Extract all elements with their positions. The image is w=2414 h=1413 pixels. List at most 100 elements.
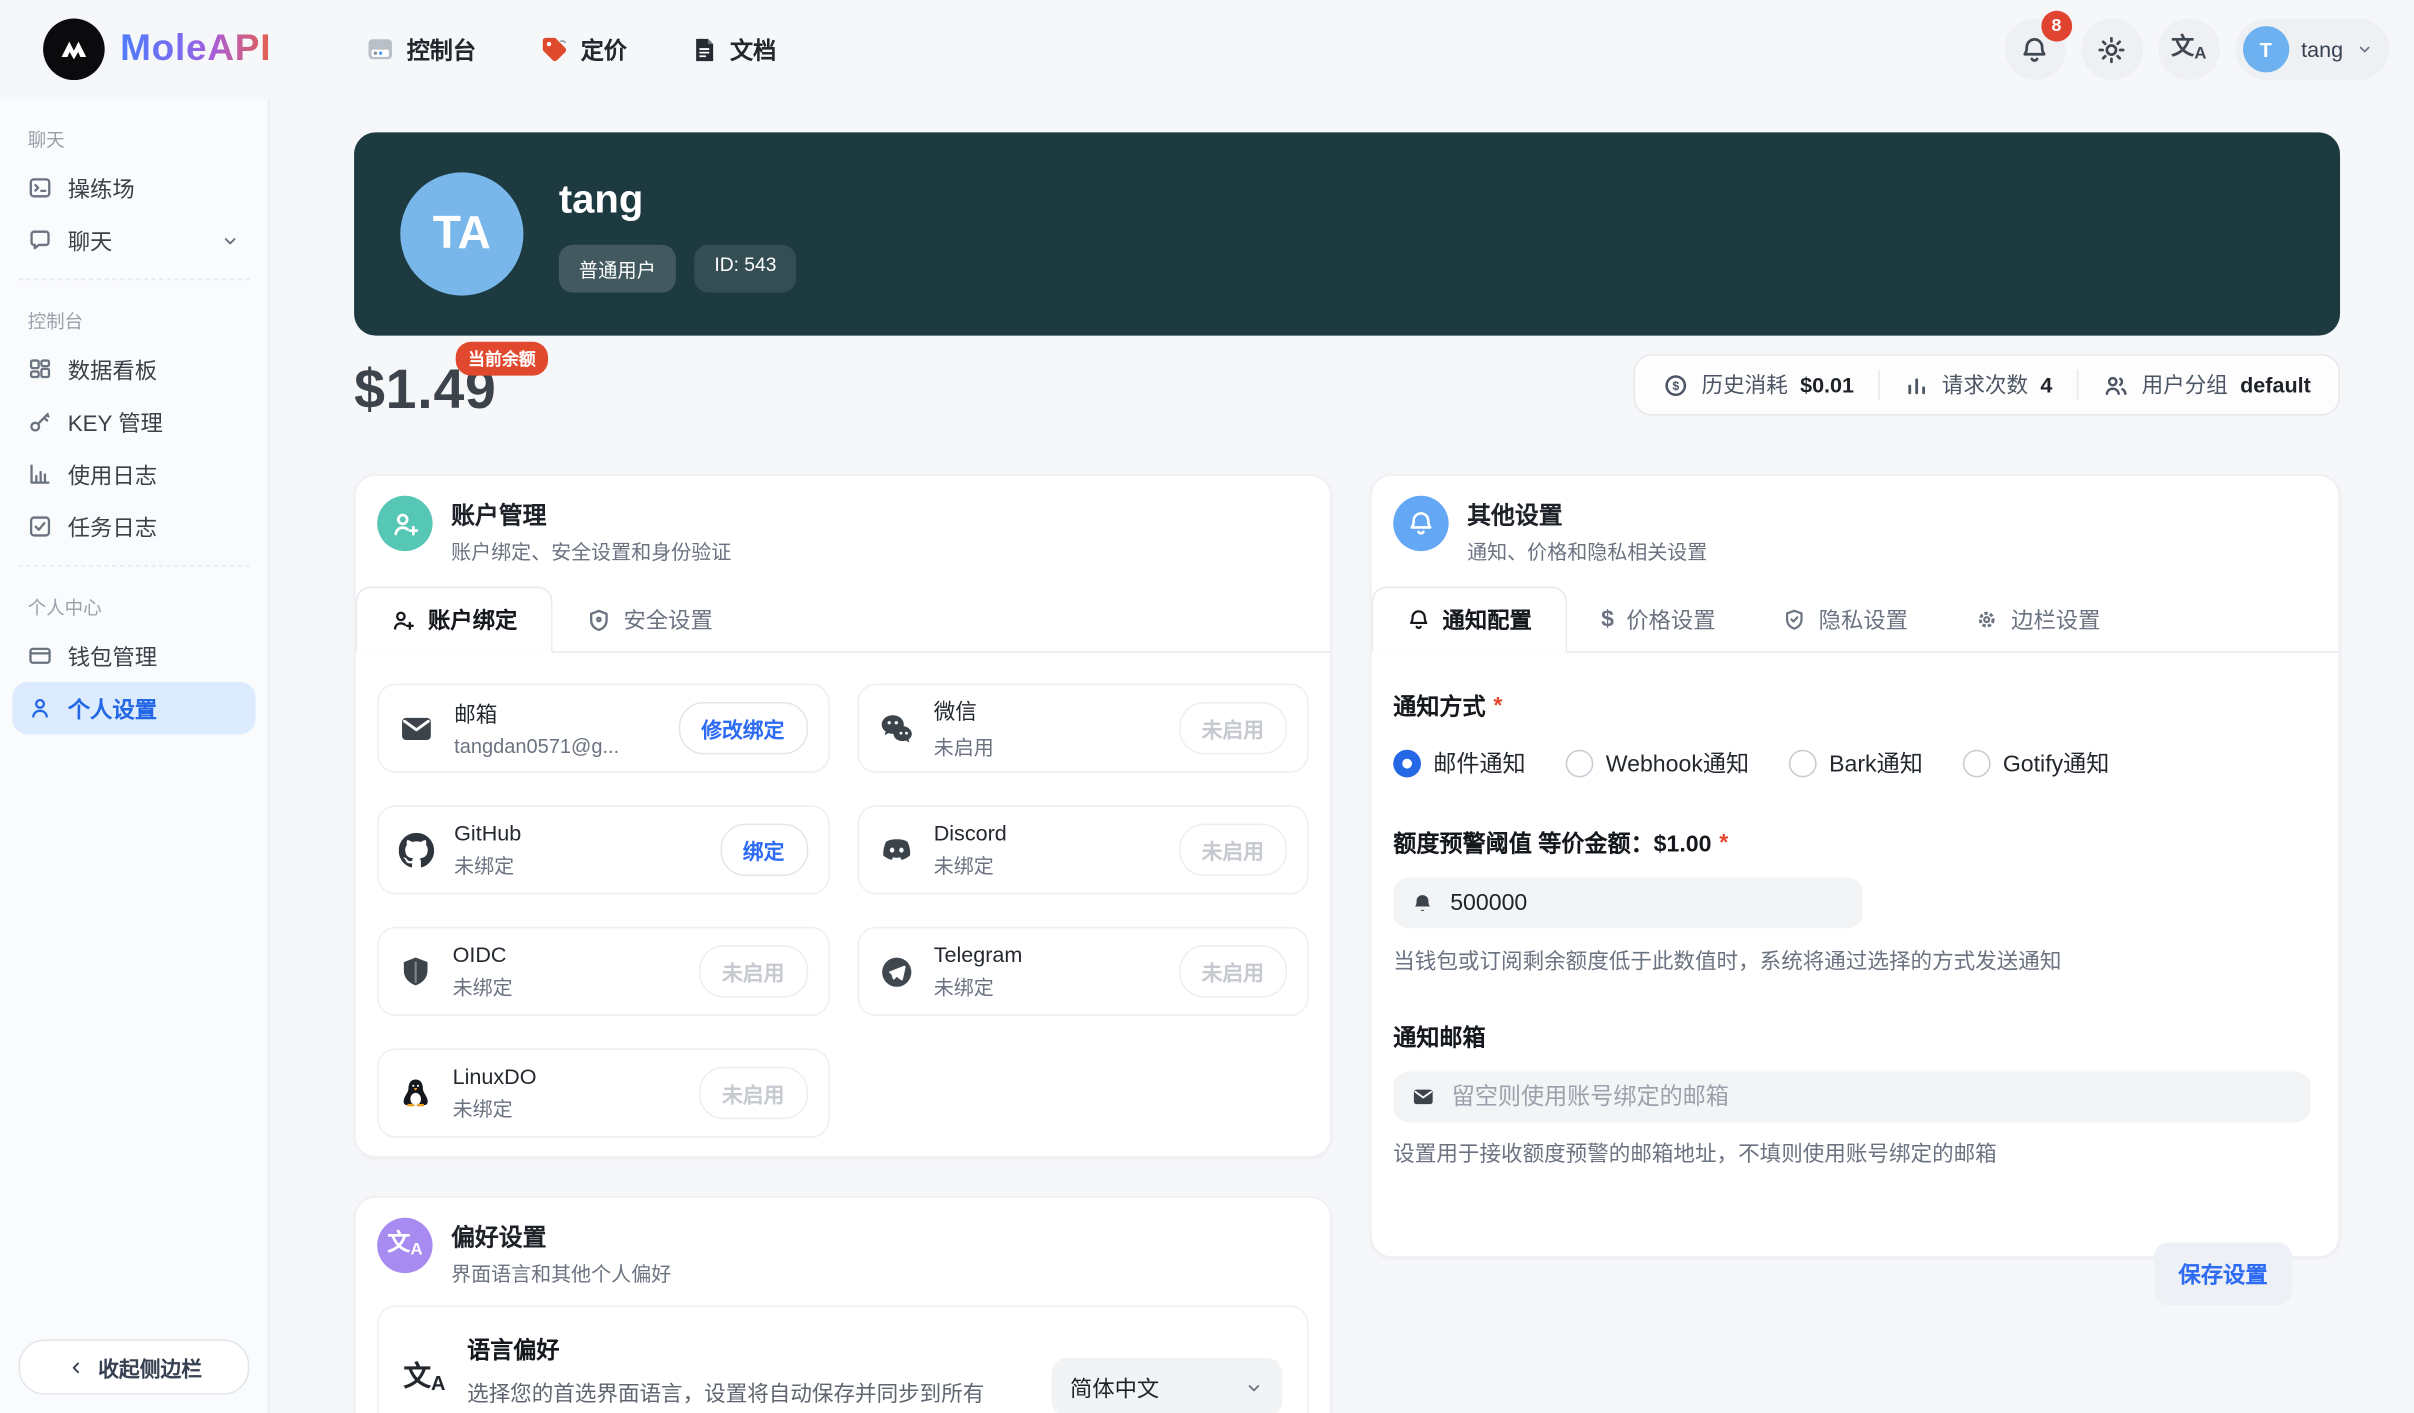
language-select[interactable]: 简体中文	[1051, 1357, 1283, 1413]
oidc-disabled-badge: 未启用	[698, 945, 808, 998]
notifications-button[interactable]: 8	[2004, 10, 2072, 81]
user-menu[interactable]: T tang	[2234, 18, 2390, 81]
bell-icon	[1410, 512, 1432, 535]
binding-item-github: GitHub 未绑定 绑定	[377, 805, 830, 895]
tab-label: 隐私设置	[1818, 609, 1908, 635]
sidebar-item-wallet[interactable]: 钱包管理	[12, 630, 255, 682]
stat-value: $0.01	[1800, 372, 1855, 398]
nav-docs[interactable]: 文档	[692, 33, 776, 65]
tab-security-settings[interactable]: 安全设置	[553, 588, 747, 651]
tab-sidebar-settings[interactable]: 边栏设置	[1942, 588, 2134, 651]
sidebar-item-task-logs[interactable]: 任务日志	[12, 500, 255, 552]
chat-bubble-icon	[30, 230, 50, 250]
balance-block: $1.49 当前余额	[354, 341, 549, 422]
tab-price-settings[interactable]: $ 价格设置	[1567, 588, 1749, 651]
save-row: 保存设置	[1393, 1242, 2311, 1306]
stat-divider	[2076, 369, 2079, 401]
sidebar-divider	[18, 278, 250, 281]
radio-label: Webhook通知	[1605, 751, 1750, 778]
save-settings-button[interactable]: 保存设置	[2153, 1242, 2293, 1306]
profile-banner-inner: TA tang 普通用户 ID: 543	[354, 132, 2340, 335]
modify-email-binding-button[interactable]: 修改绑定	[678, 702, 808, 755]
notify-email-field[interactable]	[1393, 1071, 2311, 1123]
profile-badges: 普通用户 ID: 543	[558, 244, 797, 293]
radio-webhook-notify[interactable]: Webhook通知	[1565, 747, 1750, 779]
telegram-disabled-badge: 未启用	[1178, 945, 1288, 998]
other-card-titles: 其他设置 通知、价格和隐私相关设置	[1467, 496, 1707, 565]
preference-card: 文A 偏好设置 界面语言和其他个人偏好 文A 语言偏好 选择您的首选界面语言，设…	[354, 1196, 1332, 1413]
right-column: 其他设置 通知、价格和隐私相关设置 通知配置 $ 价格设置 隐私设置 边栏设置 …	[1370, 474, 2341, 1306]
mole-logo-icon	[61, 41, 87, 60]
account-card-titles: 账户管理 账户绑定、安全设置和身份验证	[451, 496, 731, 565]
other-settings-icon	[1393, 495, 1449, 552]
binding-texts: Telegram 未绑定	[934, 942, 1159, 1001]
tab-notification-config[interactable]: 通知配置	[1371, 586, 1568, 653]
account-management-icon	[377, 495, 433, 552]
profile-avatar: TA	[400, 172, 524, 296]
tab-privacy-settings[interactable]: 隐私设置	[1749, 588, 1941, 651]
app-window: MoleAPI 控制台 定价 文档 8 文A T tang 聊天 操练场 聊天 …	[0, 0, 2414, 1413]
sidebar-item-keys[interactable]: KEY 管理	[12, 396, 255, 448]
sidebar-item-label: 操练场	[67, 177, 135, 203]
github-icon	[398, 832, 435, 867]
notify-method-radios: 邮件通知 Webhook通知 Bark通知 Gotify通知	[1393, 747, 2311, 779]
wallet-card-icon	[29, 647, 51, 664]
notification-count-badge: 8	[2040, 10, 2072, 42]
translate-icon: 文A	[2171, 33, 2207, 64]
account-stats: $ 历史消耗 $0.01 请求次数 4 用户分组 default	[1633, 354, 2341, 416]
translate-icon: 文A	[403, 1360, 446, 1395]
radio-gotify-notify[interactable]: Gotify通知	[1962, 747, 2109, 779]
tab-account-binding[interactable]: 账户绑定	[355, 586, 553, 653]
threshold-field[interactable]	[1393, 877, 1863, 929]
radio-unselected	[1962, 748, 1991, 777]
discord-icon	[882, 838, 910, 860]
binding-name: LinuxDO	[452, 1063, 537, 1089]
label-text: 通知方式	[1393, 694, 1486, 721]
account-card-header: 账户管理 账户绑定、安全设置和身份验证	[356, 476, 1331, 565]
topbar: MoleAPI 控制台 定价 文档 8 文A T tang	[0, 0, 2414, 99]
stat-request-count: 请求次数 4	[1905, 369, 2052, 400]
sidebar-item-profile-settings[interactable]: 个人设置	[12, 681, 256, 735]
sidebar-item-label: KEY 管理	[67, 411, 163, 437]
preference-card-titles: 偏好设置 界面语言和其他个人偏好	[451, 1218, 671, 1287]
top-nav: 控制台 定价 文档	[367, 33, 776, 65]
bind-github-button[interactable]: 绑定	[719, 823, 808, 876]
role-badge: 普通用户	[558, 244, 676, 293]
radio-label: Bark通知	[1829, 751, 1923, 778]
notify-email-input[interactable]	[1448, 1082, 2293, 1112]
user-plus-icon	[393, 512, 418, 535]
sidebar-item-usage-logs[interactable]: 使用日志	[12, 448, 255, 500]
radio-email-notify[interactable]: 邮件通知	[1393, 747, 1526, 779]
nav-console[interactable]: 控制台	[367, 33, 476, 65]
usage-chart-icon	[30, 464, 50, 484]
bell-icon	[1409, 610, 1428, 629]
nav-pricing[interactable]: 定价	[541, 33, 627, 65]
language-switch-button[interactable]: 文A	[2157, 18, 2220, 81]
threshold-help: 当钱包或订阅剩余额度低于此数值时，系统将通过选择的方式发送通知	[1393, 948, 2062, 973]
chevron-down-icon	[224, 237, 236, 244]
binding-item-email: 邮箱 tangdan0571@g... 修改绑定	[377, 683, 830, 773]
collapse-sidebar-button[interactable]: 收起侧边栏	[18, 1339, 250, 1395]
gear-icon	[1979, 611, 1996, 628]
brand-logo[interactable]: MoleAPI	[43, 18, 271, 81]
tab-label: 边栏设置	[2011, 609, 2101, 635]
binding-name: GitHub	[454, 820, 522, 846]
sidebar-item-playground[interactable]: 操练场	[12, 162, 255, 214]
sidebar-item-label: 数据看板	[67, 359, 158, 385]
user-name: tang	[2301, 36, 2344, 62]
threshold-input[interactable]	[1447, 888, 1845, 918]
radio-label: 邮件通知	[1433, 751, 1526, 778]
account-card-subtitle: 账户绑定、安全设置和身份验证	[451, 540, 732, 564]
nav-pricing-label: 定价	[580, 37, 627, 64]
radio-bark-notify[interactable]: Bark通知	[1789, 747, 1923, 779]
sidebar-item-dashboard[interactable]: 数据看板	[12, 343, 255, 395]
theme-toggle-button[interactable]	[2081, 18, 2143, 81]
user-id-badge: ID: 543	[694, 244, 797, 293]
discord-disabled-badge: 未启用	[1178, 823, 1288, 876]
sidebar-item-chat[interactable]: 聊天	[12, 214, 255, 266]
mail-icon	[1413, 1089, 1433, 1105]
binding-item-discord: Discord 未绑定 未启用	[856, 805, 1309, 895]
binding-name: 微信	[933, 698, 977, 724]
binding-texts: 邮箱 tangdan0571@g...	[454, 699, 658, 757]
stat-history-cost: $ 历史消耗 $0.01	[1663, 369, 1854, 400]
